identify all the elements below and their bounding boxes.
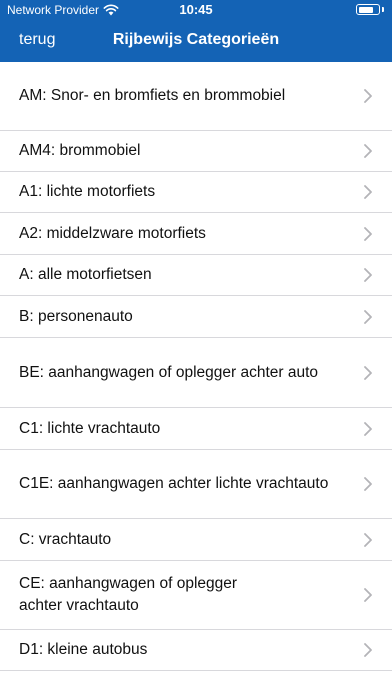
battery-icon	[356, 4, 380, 15]
list-item[interactable]: D1: kleine autobus	[0, 630, 392, 671]
status-bar: Network Provider 10:45	[0, 0, 392, 20]
category-label: BE: aanhangwagen of oplegger achter auto	[19, 362, 344, 384]
list-item[interactable]: C1: lichte vrachtauto	[0, 408, 392, 450]
list-item[interactable]: AM: Snor- en bromfiets en brommobiel	[0, 62, 392, 131]
category-label: B: personenauto	[19, 306, 344, 328]
category-label-line: A: alle motorfietsen	[19, 266, 152, 283]
list-item[interactable]: AM4: brommobiel	[0, 131, 392, 172]
category-label-line: A2: middelzware motorfiets	[19, 224, 206, 242]
category-label-line: C: vrachtauto	[19, 530, 112, 548]
navigation-bar: terug Rijbewijs Categorieën	[0, 20, 392, 62]
list-item[interactable]: BE: aanhangwagen of oplegger achter auto	[0, 338, 392, 408]
chevron-right-icon	[364, 89, 372, 103]
category-label-line: B: personenauto	[19, 307, 133, 325]
category-label: AM: Snor- en bromfiets en brommobiel	[19, 85, 344, 107]
category-label-line: A1: lichte motorfiets	[19, 183, 156, 200]
chevron-right-icon	[364, 309, 372, 324]
category-label: C: vrachtauto	[19, 529, 344, 551]
battery-cap	[382, 7, 384, 12]
chevron-right-icon	[364, 365, 372, 380]
chevron-right-icon	[364, 268, 372, 282]
chevron-right-icon	[364, 421, 372, 436]
category-label-line: D1: kleine autobus	[19, 641, 148, 658]
list-item[interactable]: C: vrachtauto	[0, 519, 392, 561]
list-item[interactable]: A1: lichte motorfiets	[0, 172, 392, 213]
category-label: D1: kleine autobus	[19, 639, 344, 661]
category-list: AM: Snor- en bromfiets en brommobiel AM4:…	[0, 62, 392, 671]
category-label-line: BE: aanhangwagen of oplegger achter auto	[19, 363, 319, 381]
chevron-right-icon	[364, 144, 372, 158]
list-item[interactable]: C1E: aanhangwagen achter lichte vrachtau…	[0, 450, 392, 519]
chevron-right-icon	[364, 477, 372, 491]
status-time: 10:45	[179, 2, 213, 17]
category-label-line: AM: Snor- en bromfiets en brommobiel	[19, 87, 286, 104]
chevron-right-icon	[364, 532, 372, 547]
category-label: A: alle motorfietsen	[19, 264, 344, 286]
chevron-right-icon	[364, 643, 372, 657]
category-label: C1E: aanhangwagen achter lichte vrachtau…	[19, 473, 344, 495]
category-label-line: CE: aanhangwagen of oplegger	[19, 575, 238, 592]
category-label: AM4: brommobiel	[19, 140, 344, 162]
list-item[interactable]: A: alle motorfietsen	[0, 255, 392, 296]
chevron-right-icon	[364, 185, 372, 199]
category-label-line: achter vrachtauto	[19, 597, 139, 614]
category-label: CE: aanhangwagen of oplegger achter vrach…	[19, 573, 344, 617]
category-label: A1: lichte motorfiets	[19, 181, 344, 203]
category-label-line: C1: lichte vrachtauto	[19, 419, 161, 437]
chevron-right-icon	[364, 226, 372, 241]
list-item[interactable]: A2: middelzware motorfiets	[0, 213, 392, 255]
category-label: C1: lichte vrachtauto	[19, 418, 344, 440]
page-title: Rijbewijs Categorieën	[112, 31, 280, 48]
category-label-line: C1E: aanhangwagen achter lichte vrachtau…	[19, 475, 329, 492]
chevron-right-icon	[364, 588, 372, 602]
list-item[interactable]: CE: aanhangwagen of oplegger achter vrach…	[0, 561, 392, 630]
list-item[interactable]: B: personenauto	[0, 296, 392, 338]
category-label-line: AM4: brommobiel	[19, 142, 141, 159]
category-label: A2: middelzware motorfiets	[19, 223, 344, 245]
battery-level	[358, 6, 373, 13]
